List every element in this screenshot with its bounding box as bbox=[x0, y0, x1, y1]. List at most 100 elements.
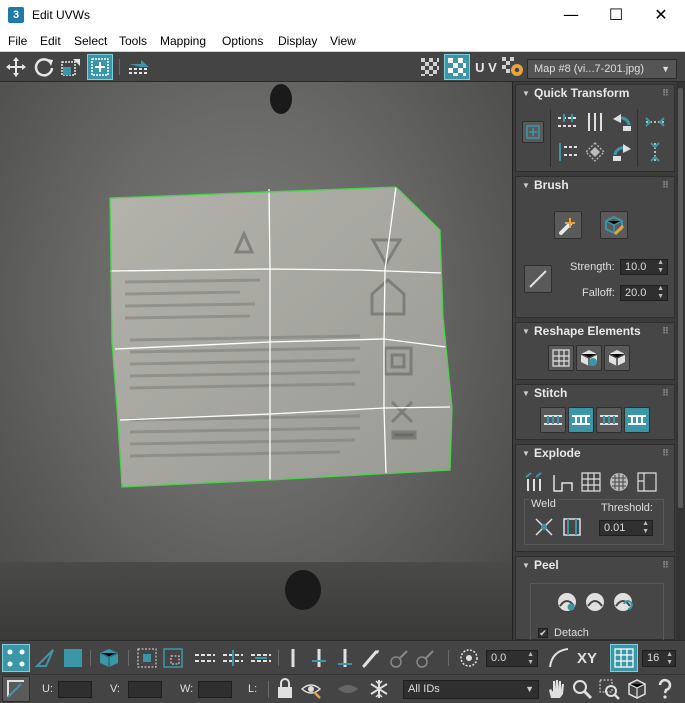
drag-grip-icon[interactable]: ⠿ bbox=[662, 85, 669, 102]
reset-peel-icon[interactable] bbox=[610, 589, 636, 615]
element-mode-icon[interactable] bbox=[96, 645, 122, 671]
straighten-icon[interactable] bbox=[548, 345, 574, 371]
peel-mode-icon[interactable] bbox=[582, 589, 608, 615]
freeze-icon[interactable] bbox=[366, 677, 392, 701]
ring-select-icon[interactable] bbox=[282, 645, 304, 671]
drag-grip-icon[interactable]: ⠿ bbox=[662, 557, 669, 574]
loop-select-icon[interactable] bbox=[192, 645, 218, 671]
space-vertical-icon[interactable] bbox=[642, 139, 668, 165]
stitch-to-source-icon[interactable] bbox=[568, 407, 594, 433]
weld-selected-icon[interactable] bbox=[531, 514, 557, 540]
shrink-ring-icon[interactable] bbox=[332, 645, 358, 671]
panel-scrollbar-thumb[interactable] bbox=[678, 88, 683, 508]
menu-mapping[interactable]: Mapping bbox=[160, 34, 206, 48]
rollout-header-explode[interactable]: ▼ Explode ⠿ bbox=[516, 445, 674, 463]
drag-grip-icon[interactable]: ⠿ bbox=[662, 445, 669, 462]
scale-icon[interactable] bbox=[59, 55, 83, 79]
menu-view[interactable]: View bbox=[330, 34, 356, 48]
grid-size-field[interactable]: 16 ▲ ▼ bbox=[642, 650, 676, 667]
break-icon[interactable] bbox=[522, 469, 548, 495]
grid-snap-icon[interactable] bbox=[610, 644, 638, 672]
xy-axis-label[interactable]: XY bbox=[574, 647, 600, 669]
strength-spinner[interactable]: 10.0 ▲ ▼ bbox=[620, 259, 668, 275]
detach-checkbox[interactable]: ✔ bbox=[538, 628, 548, 638]
freeform-mode-icon[interactable] bbox=[87, 54, 113, 80]
menu-edit[interactable]: Edit bbox=[40, 34, 61, 48]
menu-file[interactable]: File bbox=[8, 34, 27, 48]
quick-peel-icon[interactable] bbox=[554, 589, 580, 615]
threshold-spinner[interactable]: 0.01 ▲ ▼ bbox=[599, 520, 653, 536]
w-coordinate-field[interactable] bbox=[198, 681, 232, 698]
stitch-to-average-icon[interactable] bbox=[596, 407, 622, 433]
rollout-header-brush[interactable]: ▼ Brush ⠿ bbox=[516, 177, 674, 195]
relax-brush-icon[interactable] bbox=[600, 211, 628, 239]
spinner-arrows-icon[interactable]: ▲ ▼ bbox=[657, 259, 664, 275]
stitch-custom-icon[interactable] bbox=[540, 407, 566, 433]
brush-falloff-curve-icon[interactable] bbox=[524, 265, 552, 293]
transform-type-in-icon[interactable] bbox=[2, 676, 30, 702]
spinner-arrows-icon[interactable]: ▲ ▼ bbox=[657, 285, 664, 301]
soft-selection-curve-icon[interactable] bbox=[546, 645, 572, 671]
falloff-spinner[interactable]: 20.0 ▲ ▼ bbox=[620, 285, 668, 301]
space-horizontal-icon[interactable] bbox=[642, 109, 668, 135]
vertex-mode-icon[interactable] bbox=[2, 644, 30, 672]
spinner-arrows-icon[interactable]: ▲ ▼ bbox=[642, 520, 649, 536]
grow-loop-icon[interactable] bbox=[220, 645, 246, 671]
menu-tools[interactable]: Tools bbox=[119, 34, 147, 48]
spinner-arrows-icon[interactable]: ▲ ▼ bbox=[527, 651, 534, 667]
menu-options[interactable]: Options bbox=[222, 34, 263, 48]
menu-display[interactable]: Display bbox=[278, 34, 317, 48]
weld-target-icon[interactable] bbox=[559, 514, 585, 540]
material-id-filter-dropdown[interactable]: All IDs ▼ bbox=[403, 680, 539, 699]
u-coordinate-field[interactable] bbox=[58, 681, 92, 698]
shrink-brush-icon[interactable] bbox=[412, 645, 438, 671]
relax-icon[interactable] bbox=[604, 345, 630, 371]
zoom-icon[interactable] bbox=[570, 677, 594, 701]
rollout-header-stitch[interactable]: ▼ Stitch ⠿ bbox=[516, 385, 674, 403]
enlarge-brush-icon[interactable] bbox=[386, 645, 412, 671]
align-to-edge-icon[interactable] bbox=[554, 139, 582, 165]
map-settings-icon[interactable] bbox=[500, 55, 526, 79]
rotate-icon[interactable] bbox=[32, 55, 56, 79]
uv-axis-label[interactable]: U V bbox=[473, 57, 499, 77]
shrink-loop-icon[interactable] bbox=[248, 645, 274, 671]
straighten-selection-icon[interactable] bbox=[582, 139, 608, 165]
show-map-icon[interactable] bbox=[444, 54, 470, 80]
menu-select[interactable]: Select bbox=[74, 34, 107, 48]
align-pivot-icon[interactable] bbox=[522, 121, 544, 143]
zoom-region-icon[interactable] bbox=[596, 677, 622, 701]
minimize-button[interactable]: — bbox=[548, 0, 594, 30]
drag-grip-icon[interactable]: ⠿ bbox=[662, 177, 669, 194]
grow-ring-icon[interactable] bbox=[306, 645, 332, 671]
uv-mesh[interactable] bbox=[0, 82, 512, 640]
mirror-icon[interactable] bbox=[126, 55, 152, 79]
pan-hand-icon[interactable] bbox=[544, 677, 568, 701]
grow-selection-icon[interactable] bbox=[134, 645, 160, 671]
align-vertical-icon[interactable] bbox=[582, 109, 608, 135]
paint-move-brush-icon[interactable] bbox=[554, 211, 582, 239]
v-coordinate-field[interactable] bbox=[128, 681, 162, 698]
align-horizontal-icon[interactable] bbox=[554, 109, 582, 135]
drag-grip-icon[interactable]: ⠿ bbox=[662, 385, 669, 402]
polygon-mode-icon[interactable] bbox=[60, 645, 86, 671]
rotate-ccw-90-icon[interactable] bbox=[609, 109, 635, 135]
panel-scrollbar[interactable] bbox=[676, 82, 685, 640]
detach-edge-icon[interactable] bbox=[550, 469, 576, 495]
rollout-header-reshape[interactable]: ▼ Reshape Elements ⠿ bbox=[516, 323, 674, 341]
move-icon[interactable] bbox=[4, 55, 28, 79]
absolute-rotate-icon[interactable] bbox=[456, 645, 482, 671]
shrink-selection-icon[interactable] bbox=[160, 645, 186, 671]
paint-select-icon[interactable] bbox=[358, 645, 384, 671]
zoom-extents-icon[interactable] bbox=[624, 677, 650, 701]
rotate-value-field[interactable]: 0.0 ▲ ▼ bbox=[486, 650, 538, 667]
rotate-cw-90-icon[interactable] bbox=[609, 139, 635, 165]
explode-by-groups-icon[interactable] bbox=[578, 469, 604, 495]
lock-icon[interactable] bbox=[274, 677, 296, 701]
flatten-icon[interactable] bbox=[634, 469, 660, 495]
spinner-arrows-icon[interactable]: ▲ ▼ bbox=[666, 651, 673, 667]
checker-pattern-icon[interactable] bbox=[418, 55, 442, 79]
rollout-header-quick-transform[interactable]: ▼ Quick Transform ⠿ bbox=[516, 85, 674, 103]
hide-selected-icon[interactable] bbox=[298, 677, 324, 701]
map-selector-dropdown[interactable]: Map #8 (vi...7-201.jpg) ▼ bbox=[527, 59, 677, 79]
edge-mode-icon[interactable] bbox=[32, 645, 58, 671]
